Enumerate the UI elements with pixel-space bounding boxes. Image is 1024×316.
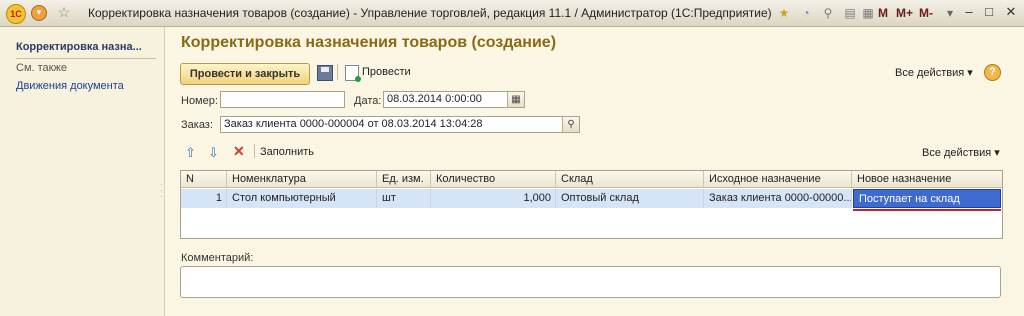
new-purpose-cell[interactable]: Поступает на склад <box>853 189 1001 208</box>
calendar-icon[interactable]: ▦ <box>860 5 876 21</box>
toolbar-divider <box>254 144 255 158</box>
post-and-close-button[interactable]: Провести и закрыть <box>180 63 310 85</box>
link-icon[interactable]: ⚲ <box>820 5 836 21</box>
quantity-cell[interactable]: 1,000 <box>431 189 556 208</box>
sidebar-divider <box>16 58 156 59</box>
navigation-panel: Корректировка назна... См. также Движени… <box>0 27 165 316</box>
source-purpose-cell[interactable]: Заказ клиента 0000-00000... <box>704 189 852 208</box>
page-title: Корректировка назначения товаров (создан… <box>181 34 557 51</box>
save-icon[interactable] <box>317 65 333 81</box>
favorites-icon[interactable]: ★ <box>776 5 792 21</box>
toolbar-divider <box>337 64 338 80</box>
window-title: Корректировка назначения товаров (создан… <box>88 6 772 20</box>
column-header-quantity[interactable]: Количество <box>431 171 556 188</box>
highlight-underline <box>853 209 1001 211</box>
calendar-picker-icon[interactable]: ▦ <box>507 92 524 107</box>
unit-cell[interactable]: шт <box>377 189 431 208</box>
history-icon[interactable]: ◔ <box>798 5 814 21</box>
title-bar: 1С ▾ ☆ Корректировка назначения товаров … <box>0 0 1024 27</box>
goods-table[interactable]: N Номенклатура Ед. изм. Количество Склад… <box>180 170 1003 239</box>
row-number-cell[interactable]: 1 <box>181 189 227 208</box>
date-field[interactable]: 08.03.2014 0:00:00 ▦ <box>383 91 525 108</box>
move-up-icon[interactable]: ⇧ <box>185 145 196 161</box>
print-icon[interactable]: ▤ <box>842 5 858 21</box>
number-field[interactable] <box>220 91 345 108</box>
comment-label: Комментарий: <box>181 252 254 264</box>
column-header-item[interactable]: Номенклатура <box>227 171 377 188</box>
date-value: 08.03.2014 0:00:00 <box>387 93 482 105</box>
number-label: Номер: <box>181 95 218 107</box>
all-actions-menu[interactable]: Все действия ▾ <box>895 66 973 79</box>
memory-plus-button[interactable]: M+ <box>896 6 913 20</box>
order-value: Заказ клиента 0000-000004 от 08.03.2014 … <box>224 118 483 130</box>
minimize-button[interactable]: – <box>960 4 978 20</box>
app-logo-icon[interactable]: 1С <box>6 4 26 24</box>
fill-button[interactable]: Заполнить <box>260 146 314 158</box>
column-header-warehouse[interactable]: Склад <box>556 171 704 188</box>
order-label: Заказ: <box>181 119 213 131</box>
order-field[interactable]: Заказ клиента 0000-000004 от 08.03.2014 … <box>220 116 580 133</box>
item-cell[interactable]: Стол компьютерный <box>227 189 377 208</box>
column-header-number[interactable]: N <box>181 171 227 188</box>
memory-button[interactable]: M <box>878 6 888 20</box>
warehouse-cell[interactable]: Оптовый склад <box>556 189 704 208</box>
memory-minus-button[interactable]: M- <box>919 6 933 20</box>
sidebar-item-document-movements[interactable]: Движения документа <box>16 80 124 92</box>
post-button[interactable]: Провести <box>362 66 411 78</box>
column-header-unit[interactable]: Ед. изм. <box>377 171 431 188</box>
see-also-label: См. также <box>16 62 67 74</box>
table-all-actions-menu[interactable]: Все действия ▾ <box>922 146 1000 159</box>
column-header-source-purpose[interactable]: Исходное назначение <box>704 171 852 188</box>
delete-row-icon[interactable]: ✕ <box>233 143 245 160</box>
restore-button[interactable]: □ <box>980 4 998 20</box>
splitter-grip[interactable]: · · · <box>160 181 163 206</box>
date-label: Дата: <box>354 95 382 107</box>
main-menu-icon[interactable]: ▾ <box>31 5 47 21</box>
help-icon[interactable]: ? <box>984 64 1001 81</box>
favorite-star-icon[interactable]: ☆ <box>56 4 72 20</box>
column-header-new-purpose[interactable]: Новое назначение <box>852 171 1002 188</box>
move-down-icon[interactable]: ⇩ <box>208 145 219 161</box>
sidebar-title[interactable]: Корректировка назна... <box>16 41 160 53</box>
close-button[interactable]: ✕ <box>1002 4 1020 20</box>
search-icon[interactable]: ⚲ <box>562 117 579 132</box>
post-document-icon[interactable] <box>345 65 361 82</box>
comment-field[interactable] <box>180 266 1001 298</box>
calculator-icon[interactable]: ▾ <box>942 5 958 21</box>
